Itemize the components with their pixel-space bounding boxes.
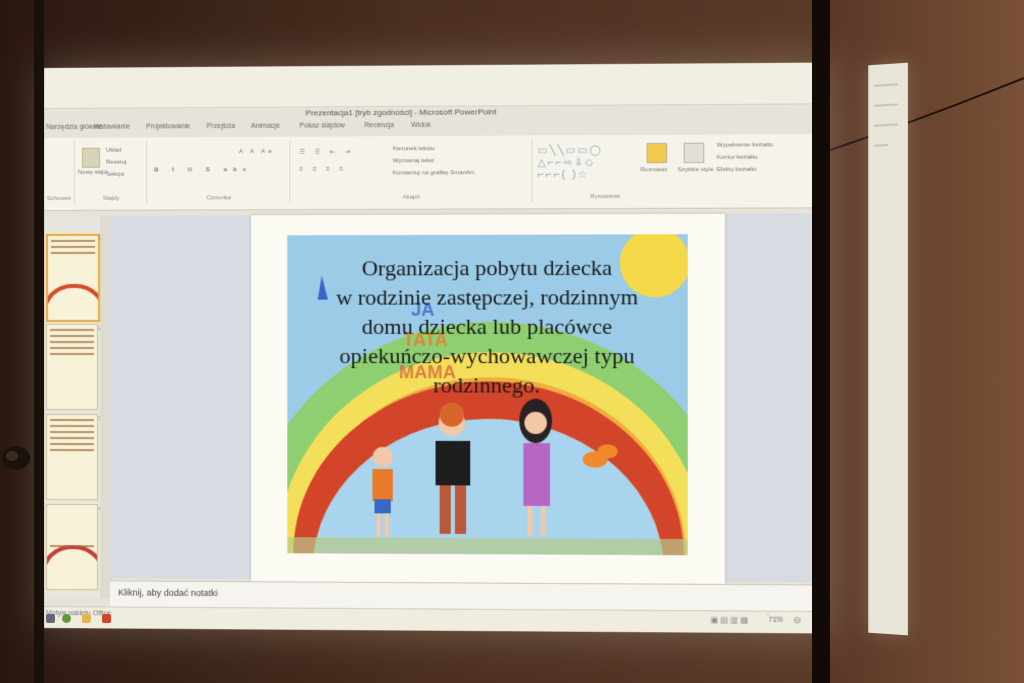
folder-icon[interactable] — [82, 614, 91, 623]
slide-editing-area: JA TATA MAMA Organizacja pobytu dziecka … — [110, 213, 829, 593]
tab-transitions[interactable]: Przejścia — [207, 123, 236, 130]
slide-thumbnail[interactable] — [45, 233, 101, 322]
screen-frame-left — [34, 0, 44, 683]
drawing-group: ▭╲╲▭▭◯ △⌐⌐⇨⇩◇ ⌐⌐⌐( )☆ Rozmieść Szybkie sty… — [534, 138, 829, 202]
notes-placeholder: Kliknij, aby dodać notatki — [118, 587, 218, 599]
tab-animations[interactable]: Animacje — [251, 123, 280, 130]
slide-title[interactable]: Organizacja pobytu dziecka w rodzinie za… — [251, 252, 725, 399]
quick-styles-button[interactable]: Szybkie style — [677, 167, 713, 173]
align-buttons[interactable]: ≡ ≡ ≡ ≡ — [299, 167, 347, 173]
tab-view[interactable]: Widok — [411, 122, 431, 129]
list-buttons[interactable]: ☰ ☰ ⇤ ⇥ — [299, 148, 354, 155]
screen-frame-right — [812, 0, 830, 683]
font-label: Czcionka — [206, 195, 232, 202]
slide-title-line: rodzinnego. — [433, 372, 540, 398]
title-bar — [44, 62, 829, 109]
current-slide[interactable]: JA TATA MAMA Organizacja pobytu dziecka … — [250, 213, 725, 593]
slides-label: Slajdy — [102, 195, 120, 202]
microphone-icon — [2, 446, 30, 470]
browser-icon[interactable] — [62, 614, 71, 623]
slide-title-line: w rodzinie zastępczej, rodzinnym — [336, 284, 639, 310]
slide-thumbnail[interactable] — [45, 323, 99, 411]
powerpoint-icon[interactable] — [102, 614, 111, 623]
font-group: B I U S abc A A Aa Czcionka — [148, 140, 291, 204]
clipboard-label: Schowek — [46, 195, 72, 202]
section-button[interactable]: Sekcja — [106, 172, 124, 178]
ribbon: Schowek Nowy slajd Układ Resetuj Sekcja … — [44, 133, 829, 211]
slide-title-line: Organizacja pobytu dziecka — [361, 254, 613, 281]
window-title: Prezentacja1 [tryb zgodności] - Microsof… — [305, 107, 497, 118]
shape-effects-button[interactable]: Efekty kształtu — [717, 167, 757, 173]
arrange-button[interactable]: Rozmieść — [640, 167, 667, 173]
tray-icons[interactable]: ⌃ ▭ — [764, 612, 783, 623]
shapes-gallery[interactable]: ▭╲╲▭▭◯ △⌐⌐⇨⇩◇ ⌐⌐⌐( )☆ — [538, 145, 603, 182]
taskbar: ⌃ ▭ — [44, 610, 814, 630]
slide-title-line: opiekuńczo-wychowawczej typu — [339, 342, 635, 369]
drawing-label: Rysowanie — [590, 193, 621, 201]
start-icon[interactable] — [46, 614, 55, 623]
arrange-icon[interactable] — [646, 142, 668, 164]
paragraph-group: ☰ ☰ ⇤ ⇥ ≡ ≡ ≡ ≡ Kierunek tekstu Wyrównaj… — [291, 139, 533, 204]
tab-design[interactable]: Projektowanie — [146, 123, 190, 130]
clipboard-group: Schowek — [44, 141, 76, 204]
new-slide-button[interactable]: Nowy slajd — [78, 170, 107, 176]
text-direction-button[interactable]: Kierunek tekstu — [393, 146, 435, 152]
font-format-buttons[interactable]: B I U S abc — [154, 167, 252, 173]
tab-review[interactable]: Recenzja — [364, 122, 394, 129]
secondary-window — [868, 62, 908, 636]
layout-button[interactable]: Układ — [106, 148, 121, 154]
thumbnails-scrollbar[interactable] — [100, 215, 111, 599]
slides-group: Nowy slajd Układ Resetuj Sekcja Slajdy — [76, 141, 148, 204]
tab-slideshow[interactable]: Pokaz slajdów — [299, 122, 344, 129]
shape-fill-button[interactable]: Wypełnienie kształtu — [717, 142, 774, 148]
tab-insert[interactable]: Wstawianie — [94, 124, 130, 131]
quick-styles-icon[interactable] — [683, 142, 705, 164]
cable — [830, 77, 1024, 151]
font-size-buttons[interactable]: A A Aa — [239, 149, 275, 155]
shape-outline-button[interactable]: Kontur kształtu — [717, 155, 758, 161]
smartart-button[interactable]: Konwertuj na grafikę SmartArt — [393, 170, 475, 176]
slide-title-line: domu dziecka lub placówce — [361, 313, 613, 339]
slide-thumbnail[interactable] — [45, 504, 99, 591]
reset-button[interactable]: Resetuj — [106, 160, 126, 166]
paragraph-label: Akapit — [402, 194, 420, 201]
new-slide-icon[interactable] — [82, 147, 101, 168]
align-text-button[interactable]: Wyrównaj tekst — [393, 158, 434, 164]
slide-thumbnail[interactable] — [45, 414, 99, 501]
projected-screen: Prezentacja1 [tryb zgodności] - Microsof… — [44, 62, 829, 634]
